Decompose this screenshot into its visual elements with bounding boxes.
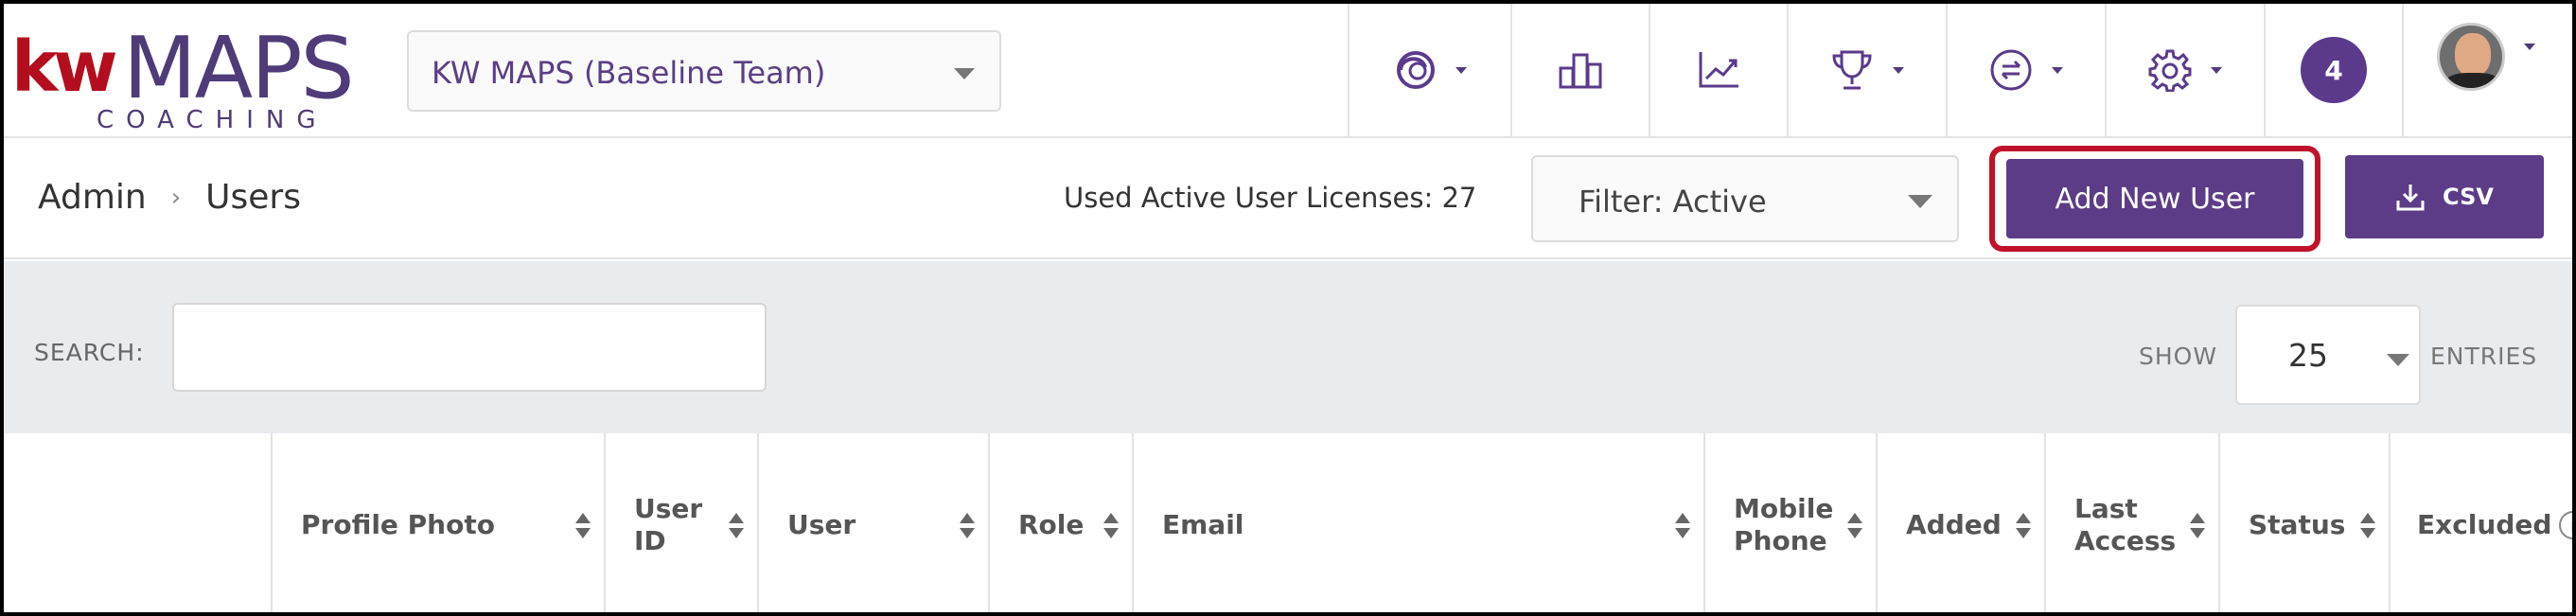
column-label: Last Access	[2074, 492, 2177, 556]
column-label: Mobile Phone	[1734, 492, 1834, 556]
sort-icon	[1675, 513, 1690, 541]
podium-icon	[1559, 53, 1602, 89]
column-label: User	[787, 508, 856, 540]
column-header-mobile-phone[interactable]: Mobile Phone	[1703, 433, 1876, 612]
sort-icon	[960, 513, 975, 541]
license-count-text: Used Active User Licenses: 27	[1064, 182, 1477, 214]
csv-export-button[interactable]: CSV	[2345, 155, 2544, 238]
column-label: Status	[2249, 508, 2346, 540]
team-select[interactable]: KW MAPS (Baseline Team)	[407, 30, 1001, 112]
column-label: Profile Photo	[301, 508, 495, 540]
nav-switch-menu[interactable]	[1946, 4, 2105, 136]
swap-arrows-icon	[1990, 49, 2032, 91]
caret-down-icon	[1893, 66, 1904, 74]
nav-achievements-menu[interactable]	[1787, 4, 1946, 136]
sort-icon	[2360, 513, 2375, 541]
column-header-user-id[interactable]: User ID	[604, 433, 757, 612]
breadcrumb-users: Users	[205, 178, 301, 217]
notification-count-badge: 4	[2301, 37, 2367, 103]
breadcrumb-admin[interactable]: Admin	[38, 178, 147, 217]
logo-maps-text: MAPS	[123, 19, 355, 118]
status-filter-select[interactable]: Filter: Active	[1531, 155, 1959, 242]
kw-maps-logo[interactable]: kw MAPS COACHING	[11, 19, 371, 134]
user-profile-menu[interactable]	[2402, 4, 2568, 136]
column-label-wrap: Excluded i	[2417, 433, 2572, 612]
download-icon	[2396, 185, 2425, 211]
column-label: Added	[1906, 508, 2002, 540]
logo-coaching-text: COACHING	[97, 106, 328, 134]
column-header-status[interactable]: Status	[2218, 433, 2389, 612]
logo-kw-text: kw	[11, 26, 118, 108]
nav-icon-bar: 4	[1348, 4, 2568, 136]
app-frame: kw MAPS COACHING KW MAPS (Baseline Team)	[0, 0, 2576, 616]
page-size-select[interactable]: 25	[2235, 305, 2421, 405]
column-header-user[interactable]: User	[757, 433, 988, 612]
add-new-user-button[interactable]: Add New User	[2006, 159, 2303, 238]
column-header-profile-photo[interactable]: Profile Photo	[271, 433, 604, 612]
column-label: Email	[1162, 508, 1244, 540]
breadcrumb: Admin › Users	[38, 178, 301, 217]
sort-icon	[575, 513, 591, 541]
column-header-excluded[interactable]: Excluded i	[2389, 433, 2572, 612]
users-table-header: Profile Photo User ID User Role Email Mo…	[4, 433, 2572, 612]
column-label: Role	[1018, 508, 1085, 540]
gear-icon	[2148, 49, 2192, 92]
info-icon[interactable]: i	[2559, 510, 2572, 539]
column-header-added[interactable]: Added	[1876, 433, 2044, 612]
top-navbar: kw MAPS COACHING KW MAPS (Baseline Team)	[4, 4, 2572, 138]
page-size-value: 25	[2288, 337, 2328, 374]
sort-icon	[1847, 513, 1862, 541]
sort-icon	[729, 513, 744, 541]
search-input[interactable]	[172, 303, 767, 392]
notifications-button[interactable]: 4	[2264, 4, 2402, 136]
show-label: SHOW	[2139, 343, 2218, 370]
coaching-swirl-icon	[1397, 51, 1435, 89]
avatar	[2437, 23, 2505, 91]
nav-reports[interactable]	[1649, 4, 1787, 136]
caret-down-icon	[1456, 66, 1467, 74]
chevron-right-icon: ›	[170, 183, 182, 212]
column-header-select	[4, 433, 271, 612]
column-label: User ID	[634, 492, 703, 556]
chevron-down-icon	[954, 68, 975, 79]
table-toolbar: SEARCH: SHOW 25 ENTRIES	[4, 261, 2572, 433]
column-header-role[interactable]: Role	[988, 433, 1132, 612]
search-label: SEARCH:	[34, 339, 145, 366]
caret-down-icon	[2387, 354, 2409, 366]
column-header-email[interactable]: Email	[1132, 433, 1703, 612]
caret-down-icon	[2211, 66, 2222, 74]
status-filter-value: Filter: Active	[1579, 184, 1767, 220]
nav-settings-menu[interactable]	[2105, 4, 2264, 136]
entries-label: ENTRIES	[2430, 343, 2538, 370]
trending-chart-icon	[1699, 52, 1738, 88]
team-select-value: KW MAPS (Baseline Team)	[432, 55, 826, 91]
caret-down-icon	[1908, 195, 1932, 208]
column-header-last-access[interactable]: Last Access	[2044, 433, 2218, 612]
sort-icon	[1103, 513, 1119, 541]
caret-down-icon	[2524, 44, 2535, 50]
page-header: Admin › Users Used Active User Licenses:…	[4, 138, 2572, 259]
nav-leaderboard[interactable]	[1510, 4, 1649, 136]
sort-icon	[2190, 513, 2205, 541]
sort-icon	[2016, 513, 2031, 541]
column-label: Excluded	[2417, 508, 2552, 540]
trophy-icon	[1832, 50, 1872, 90]
csv-button-label: CSV	[2443, 184, 2494, 210]
nav-coaching-menu[interactable]	[1348, 4, 1510, 136]
caret-down-icon	[2052, 66, 2063, 74]
